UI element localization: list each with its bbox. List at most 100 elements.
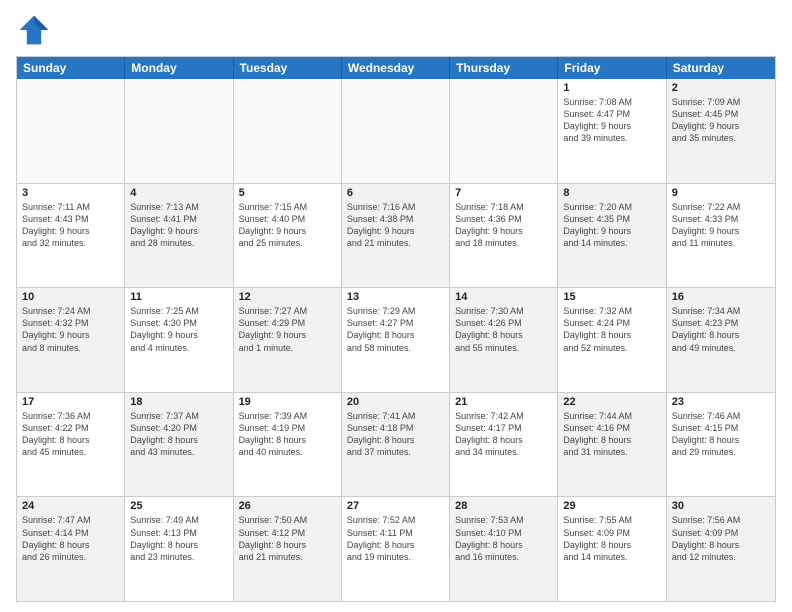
header	[16, 12, 776, 48]
day-number: 21	[455, 396, 552, 408]
calendar-cell: 5Sunrise: 7:15 AM Sunset: 4:40 PM Daylig…	[234, 184, 342, 288]
day-number: 23	[672, 396, 770, 408]
day-number: 12	[239, 291, 336, 303]
day-number: 19	[239, 396, 336, 408]
day-number: 9	[672, 187, 770, 199]
day-info: Sunrise: 7:15 AM Sunset: 4:40 PM Dayligh…	[239, 201, 336, 250]
day-info: Sunrise: 7:37 AM Sunset: 4:20 PM Dayligh…	[130, 410, 227, 459]
day-number: 29	[563, 500, 660, 512]
day-number: 4	[130, 187, 227, 199]
day-info: Sunrise: 7:25 AM Sunset: 4:30 PM Dayligh…	[130, 305, 227, 354]
calendar-cell: 7 Sunrise: 7:18 AM Sunset: 4:36 PM Daylig…	[450, 184, 558, 288]
calendar-week-3: 10 Sunrise: 7:24 AM Sunset: 4:32 PM Dayli…	[17, 288, 775, 393]
calendar-cell: 20 Sunrise: 7:41 AM Sunset: 4:18 PM Dayli…	[342, 393, 450, 497]
calendar-cell: 23 Sunrise: 7:46 AM Sunset: 4:15 PM Dayli…	[667, 393, 775, 497]
day-number: 24	[22, 500, 119, 512]
day-info: Sunrise: 7:27 AM Sunset: 4:29 PM Dayligh…	[239, 305, 336, 354]
page: SundayMondayTuesdayWednesdayThursdayFrid…	[0, 0, 792, 612]
calendar-cell: 9 Sunrise: 7:22 AM Sunset: 4:33 PM Daylig…	[667, 184, 775, 288]
day-number: 3	[22, 187, 119, 199]
header-day-tuesday: Tuesday	[234, 57, 342, 79]
calendar-cell	[342, 79, 450, 183]
logo	[16, 12, 56, 48]
day-number: 8	[563, 187, 660, 199]
day-info: Sunrise: 7:20 AM Sunset: 4:35 PM Dayligh…	[563, 201, 660, 250]
calendar-cell: 8 Sunrise: 7:20 AM Sunset: 4:35 PM Daylig…	[558, 184, 666, 288]
day-info: Sunrise: 7:52 AM Sunset: 4:11 PM Dayligh…	[347, 514, 444, 563]
day-number: 20	[347, 396, 444, 408]
calendar-week-2: 3 Sunrise: 7:11 AM Sunset: 4:43 PM Daylig…	[17, 184, 775, 289]
calendar-cell: 30 Sunrise: 7:56 AM Sunset: 4:09 PM Dayli…	[667, 497, 775, 601]
day-info: Sunrise: 7:39 AM Sunset: 4:19 PM Dayligh…	[239, 410, 336, 459]
day-info: Sunrise: 7:11 AM Sunset: 4:43 PM Dayligh…	[22, 201, 119, 250]
calendar-cell: 17 Sunrise: 7:36 AM Sunset: 4:22 PM Dayli…	[17, 393, 125, 497]
calendar: SundayMondayTuesdayWednesdayThursdayFrid…	[16, 56, 776, 602]
calendar-cell: 3 Sunrise: 7:11 AM Sunset: 4:43 PM Daylig…	[17, 184, 125, 288]
calendar-cell: 4 Sunrise: 7:13 AM Sunset: 4:41 PM Daylig…	[125, 184, 233, 288]
day-info: Sunrise: 7:36 AM Sunset: 4:22 PM Dayligh…	[22, 410, 119, 459]
day-number: 2	[672, 82, 770, 94]
header-day-friday: Friday	[558, 57, 666, 79]
logo-icon	[16, 12, 52, 48]
calendar-cell: 25 Sunrise: 7:49 AM Sunset: 4:13 PM Dayli…	[125, 497, 233, 601]
day-info: Sunrise: 7:50 AM Sunset: 4:12 PM Dayligh…	[239, 514, 336, 563]
day-number: 22	[563, 396, 660, 408]
day-info: Sunrise: 7:55 AM Sunset: 4:09 PM Dayligh…	[563, 514, 660, 563]
calendar-cell	[234, 79, 342, 183]
day-number: 6	[347, 187, 444, 199]
day-info: Sunrise: 7:24 AM Sunset: 4:32 PM Dayligh…	[22, 305, 119, 354]
day-info: Sunrise: 7:47 AM Sunset: 4:14 PM Dayligh…	[22, 514, 119, 563]
day-info: Sunrise: 7:18 AM Sunset: 4:36 PM Dayligh…	[455, 201, 552, 250]
day-info: Sunrise: 7:13 AM Sunset: 4:41 PM Dayligh…	[130, 201, 227, 250]
day-info: Sunrise: 7:53 AM Sunset: 4:10 PM Dayligh…	[455, 514, 552, 563]
day-number: 13	[347, 291, 444, 303]
calendar-cell: 1 Sunrise: 7:08 AM Sunset: 4:47 PM Daylig…	[558, 79, 666, 183]
day-info: Sunrise: 7:30 AM Sunset: 4:26 PM Dayligh…	[455, 305, 552, 354]
calendar-cell: 12 Sunrise: 7:27 AM Sunset: 4:29 PM Dayli…	[234, 288, 342, 392]
day-number: 7	[455, 187, 552, 199]
calendar-cell: 14 Sunrise: 7:30 AM Sunset: 4:26 PM Dayli…	[450, 288, 558, 392]
day-info: Sunrise: 7:42 AM Sunset: 4:17 PM Dayligh…	[455, 410, 552, 459]
header-day-wednesday: Wednesday	[342, 57, 450, 79]
header-day-monday: Monday	[125, 57, 233, 79]
calendar-cell: 16 Sunrise: 7:34 AM Sunset: 4:23 PM Dayli…	[667, 288, 775, 392]
calendar-cell: 13 Sunrise: 7:29 AM Sunset: 4:27 PM Dayli…	[342, 288, 450, 392]
day-info: Sunrise: 7:41 AM Sunset: 4:18 PM Dayligh…	[347, 410, 444, 459]
day-number: 1	[563, 82, 660, 94]
day-number: 16	[672, 291, 770, 303]
day-info: Sunrise: 7:56 AM Sunset: 4:09 PM Dayligh…	[672, 514, 770, 563]
day-info: Sunrise: 7:44 AM Sunset: 4:16 PM Dayligh…	[563, 410, 660, 459]
day-number: 10	[22, 291, 119, 303]
day-number: 30	[672, 500, 770, 512]
calendar-header-row: SundayMondayTuesdayWednesdayThursdayFrid…	[17, 57, 775, 79]
day-info: Sunrise: 7:29 AM Sunset: 4:27 PM Dayligh…	[347, 305, 444, 354]
day-info: Sunrise: 7:09 AM Sunset: 4:45 PM Dayligh…	[672, 96, 770, 145]
day-number: 26	[239, 500, 336, 512]
calendar-cell	[17, 79, 125, 183]
calendar-cell: 10 Sunrise: 7:24 AM Sunset: 4:32 PM Dayli…	[17, 288, 125, 392]
calendar-week-1: 1 Sunrise: 7:08 AM Sunset: 4:47 PM Daylig…	[17, 79, 775, 184]
day-number: 14	[455, 291, 552, 303]
calendar-cell: 24 Sunrise: 7:47 AM Sunset: 4:14 PM Dayli…	[17, 497, 125, 601]
calendar-week-5: 24 Sunrise: 7:47 AM Sunset: 4:14 PM Dayli…	[17, 497, 775, 601]
day-number: 15	[563, 291, 660, 303]
calendar-cell: 15Sunrise: 7:32 AM Sunset: 4:24 PM Dayli…	[558, 288, 666, 392]
calendar-cell: 26 Sunrise: 7:50 AM Sunset: 4:12 PM Dayli…	[234, 497, 342, 601]
day-number: 17	[22, 396, 119, 408]
calendar-cell: 29 Sunrise: 7:55 AM Sunset: 4:09 PM Dayli…	[558, 497, 666, 601]
day-info: Sunrise: 7:22 AM Sunset: 4:33 PM Dayligh…	[672, 201, 770, 250]
header-day-saturday: Saturday	[667, 57, 775, 79]
day-info: Sunrise: 7:46 AM Sunset: 4:15 PM Dayligh…	[672, 410, 770, 459]
calendar-cell: 28Sunrise: 7:53 AM Sunset: 4:10 PM Dayli…	[450, 497, 558, 601]
day-number: 11	[130, 291, 227, 303]
calendar-cell: 2 Sunrise: 7:09 AM Sunset: 4:45 PM Daylig…	[667, 79, 775, 183]
day-info: Sunrise: 7:49 AM Sunset: 4:13 PM Dayligh…	[130, 514, 227, 563]
calendar-cell	[450, 79, 558, 183]
header-day-sunday: Sunday	[17, 57, 125, 79]
calendar-cell: 22 Sunrise: 7:44 AM Sunset: 4:16 PM Dayli…	[558, 393, 666, 497]
day-number: 27	[347, 500, 444, 512]
calendar-cell: 21 Sunrise: 7:42 AM Sunset: 4:17 PM Dayli…	[450, 393, 558, 497]
day-number: 25	[130, 500, 227, 512]
day-info: Sunrise: 7:08 AM Sunset: 4:47 PM Dayligh…	[563, 96, 660, 145]
day-info: Sunrise: 7:34 AM Sunset: 4:23 PM Dayligh…	[672, 305, 770, 354]
